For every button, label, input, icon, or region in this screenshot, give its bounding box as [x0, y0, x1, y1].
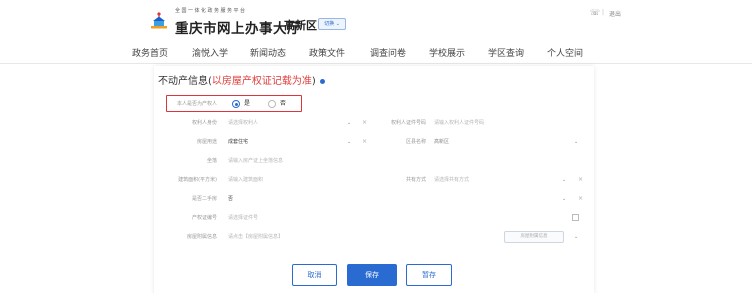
nav-item-news[interactable]: 新闻动态	[250, 46, 286, 59]
section-title-prefix: 不动产信息(	[158, 76, 212, 87]
ownership-select[interactable]: 请选择共有方式	[434, 171, 469, 189]
area-label: 建筑面积(平方米)	[178, 177, 217, 183]
attachment-input[interactable]: 请点击【房屋附属信息】	[228, 228, 283, 246]
house-use-label: 房屋用途	[196, 139, 217, 145]
chevron-down-icon[interactable]: ⌄	[562, 171, 566, 189]
district-name: 高新区	[284, 19, 317, 32]
logout-link[interactable]: 退出	[609, 9, 621, 18]
form-row-address: 坐落 请输入房产证上坐落信息	[164, 152, 588, 170]
area-input[interactable]: 请输入建筑面积	[228, 171, 263, 189]
owner-idcard-input[interactable]: 请输入权利人证件号码	[434, 114, 484, 132]
second-hand-label: 是否二手房	[191, 196, 217, 202]
nav-item-district-query[interactable]: 学区查询	[488, 46, 524, 59]
address-label: 坐落	[206, 158, 217, 164]
section-title-suffix: )	[311, 76, 316, 87]
top-separator: |	[602, 9, 605, 16]
region-label: 区县名称	[405, 139, 426, 145]
cert-no-checkbox[interactable]	[572, 214, 579, 221]
owner-identity-select[interactable]: 请选择权利人	[228, 114, 258, 132]
chevron-down-icon[interactable]: ⌄	[347, 114, 351, 132]
chevron-down-icon[interactable]: ⌄	[574, 228, 578, 246]
nav-item-home[interactable]: 政务首页	[132, 46, 168, 59]
owner-yes-radio[interactable]	[232, 100, 240, 108]
section-title: 不动产信息(以房屋产权证记载为准)	[158, 72, 325, 87]
house-use-select[interactable]: 成套住宅	[228, 133, 248, 151]
form-row-attachment: 房屋附属信息 请点击【房屋附属信息】 房屋附属信息 ⌄	[164, 228, 588, 246]
district-switch-button[interactable]: 切换 ⌄	[318, 18, 346, 30]
nav-item-policy[interactable]: 政策文件	[309, 46, 345, 59]
form-row-owner-identity: 权利人身份 请选择权利人 ⌄ × 权利人证件号码 请输入权利人证件号码	[164, 114, 588, 132]
cert-no-label: 产权证编号	[191, 215, 217, 221]
cancel-button[interactable]: 取消	[292, 264, 337, 286]
clear-icon[interactable]: ×	[578, 190, 583, 208]
nav-item-personal-space[interactable]: 个人空间	[547, 46, 583, 59]
brand-subtitle: 全国一体化政务服务平台	[175, 8, 247, 14]
info-dot-icon[interactable]	[319, 78, 325, 84]
owner-no-label[interactable]: 否	[280, 95, 286, 113]
cert-no-input[interactable]: 请选择证件号	[228, 209, 258, 227]
stash-button[interactable]: 暂存	[406, 264, 452, 286]
form-row-house-use: 房屋用途 成套住宅 ⌄ × 区县名称 高新区 ⌄	[164, 133, 588, 151]
nav-item-enrollment[interactable]: 渝悦入学	[192, 46, 228, 59]
chevron-down-icon[interactable]: ⌄	[562, 190, 566, 208]
form-row-cert-no: 产权证编号 请选择证件号	[164, 209, 588, 227]
clear-icon[interactable]: ×	[578, 171, 583, 189]
chevron-down-icon[interactable]: ⌄	[574, 133, 578, 151]
second-hand-select[interactable]: 否	[228, 190, 233, 208]
owner-idcard-label: 权利人证件号码	[390, 120, 426, 126]
main-nav: 政务首页 渝悦入学 新闻动态 政策文件 调查问卷 学校展示 学区查询 个人空间	[0, 42, 752, 64]
ownership-label: 共有方式	[405, 177, 426, 183]
form-row-is-owner: 本人是否为产权人 是 否	[164, 95, 588, 113]
clear-icon[interactable]: ×	[362, 133, 367, 151]
region-select[interactable]: 高新区	[434, 133, 449, 151]
phone-icon[interactable]: ☏	[590, 8, 600, 17]
attachment-label: 房屋附属信息	[186, 234, 217, 240]
site-header: 全国一体化政务服务平台 重庆市网上办事大厅 高新区 切换 ⌄ ☏ | 退出	[0, 0, 752, 40]
brand-title[interactable]: 重庆市网上办事大厅	[175, 17, 301, 37]
owner-no-radio[interactable]	[268, 100, 276, 108]
chevron-down-icon[interactable]: ⌄	[347, 133, 351, 151]
section-title-highlight: 以房屋产权证记载为准	[211, 76, 312, 87]
nav-item-schools[interactable]: 学校展示	[429, 46, 465, 59]
owner-identity-label: 权利人身份	[191, 120, 217, 126]
form-row-area: 建筑面积(平方米) 请输入建筑面积 共有方式 请选择共有方式 ⌄ ×	[164, 171, 588, 189]
clear-icon[interactable]: ×	[362, 114, 367, 132]
owner-yes-label[interactable]: 是	[244, 95, 250, 113]
address-input[interactable]: 请输入房产证上坐落信息	[228, 152, 283, 170]
attachment-info-button[interactable]: 房屋附属信息	[504, 231, 564, 243]
government-logo-icon[interactable]	[148, 10, 170, 32]
save-button[interactable]: 保存	[347, 264, 397, 286]
form-row-second-hand: 是否二手房 否 ⌄ ×	[164, 190, 588, 208]
is-owner-label: 本人是否为产权人	[176, 101, 217, 107]
nav-item-survey[interactable]: 调查问卷	[370, 46, 406, 59]
